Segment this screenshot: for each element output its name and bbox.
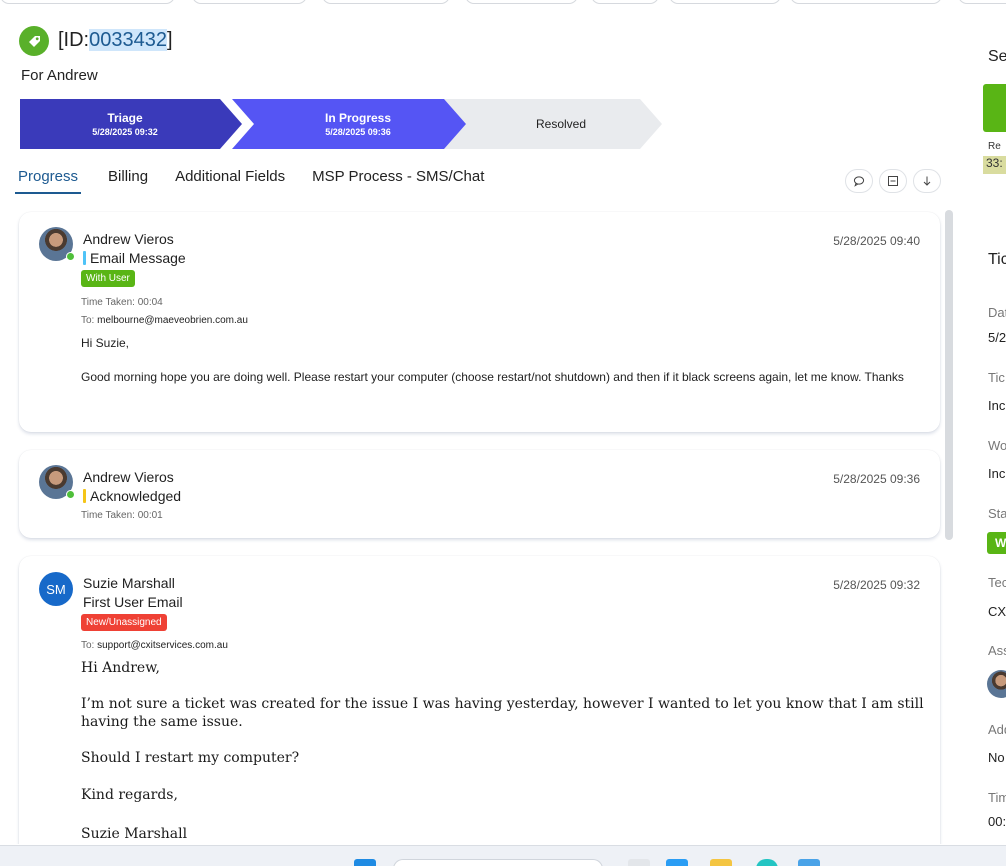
field-value[interactable]: 5/2 <box>988 330 1006 345</box>
folder-icon[interactable] <box>710 859 732 866</box>
toolbar-button[interactable] <box>0 0 175 4</box>
message-closing: Kind regards, <box>81 787 178 803</box>
type-indicator-icon <box>83 489 86 503</box>
step-title: In Progress <box>324 111 392 125</box>
status-badge[interactable]: W <box>987 532 1006 554</box>
step-in-progress[interactable]: In Progress 5/28/2025 09:36 <box>232 99 472 149</box>
step-date: 5/28/2025 09:36 <box>325 127 391 137</box>
message-body: Good morning hope you are doing well. Pl… <box>81 370 904 384</box>
ticket-for-user: For Andrew <box>21 67 98 84</box>
toolbar-button[interactable] <box>591 0 659 4</box>
time-taken: Time Taken: 00:04 <box>81 297 163 308</box>
tab-additional-fields[interactable]: Additional Fields <box>175 168 285 194</box>
step-resolved[interactable]: Resolved <box>444 99 662 149</box>
taskbar-search-input[interactable] <box>393 859 603 866</box>
feed-type: First User Email <box>83 594 183 610</box>
sla-label: Re <box>988 141 1001 152</box>
panel-section-heading: Se <box>988 48 1006 65</box>
avatar: SM <box>39 572 73 606</box>
message-greeting: Hi Andrew, <box>81 660 160 676</box>
message-question: Should I restart my computer? <box>81 750 300 766</box>
field-label: Tic <box>988 370 1005 385</box>
feed-item: Andrew Vieros Acknowledged 5/28/2025 09:… <box>19 450 940 538</box>
message-signature: Suzie Marshall <box>81 826 188 842</box>
toolbar-button[interactable] <box>790 0 942 4</box>
feed-author: Suzie Marshall <box>83 575 175 591</box>
field-label: Wo <box>988 438 1006 453</box>
avatar <box>39 227 75 261</box>
feed-type: Acknowledged <box>83 488 181 504</box>
field-value: 00: <box>988 814 1006 829</box>
step-date: 5/28/2025 09:32 <box>92 127 158 137</box>
field-value[interactable]: Inc <box>988 398 1005 413</box>
progress-feed: Andrew Vieros Email Message 5/28/2025 09… <box>0 200 955 844</box>
sla-timer: 33: <box>983 156 1006 174</box>
email-recipient: To: support@cxitservices.com.au <box>81 640 228 651</box>
field-label: Ass <box>988 643 1006 658</box>
ticket-id-number[interactable]: 0033432 <box>89 29 167 51</box>
toolbar-button[interactable] <box>669 0 781 4</box>
status-stepper: Triage 5/28/2025 09:32 In Progress 5/28/… <box>20 99 680 149</box>
feed-actions <box>845 169 947 193</box>
feed-timestamp: 5/28/2025 09:40 <box>833 234 920 248</box>
sla-indicator <box>983 84 1006 132</box>
field-label: Sta <box>988 506 1006 521</box>
download-icon[interactable] <box>913 169 941 193</box>
feed-item: SM Suzie Marshall First User Email 5/28/… <box>19 556 940 844</box>
toolbar-button[interactable] <box>465 0 578 4</box>
ticket-details-panel: Se Re 33: Tic Dat 5/2 Tic Inc Wo Inc Sta… <box>965 40 1006 830</box>
browser-icon[interactable] <box>756 859 778 866</box>
toolbar-button[interactable] <box>958 0 1006 4</box>
task-view-icon[interactable] <box>628 859 650 866</box>
start-icon[interactable] <box>354 859 376 866</box>
tab-billing[interactable]: Billing <box>108 168 148 194</box>
field-value[interactable]: CX <box>988 604 1006 619</box>
field-label: Tec <box>988 575 1006 590</box>
ticket-tag-icon <box>19 26 49 56</box>
field-value[interactable]: Inc <box>988 466 1005 481</box>
online-status-icon <box>66 490 75 499</box>
panel-section-heading: Tic <box>988 251 1006 268</box>
feed-item: Andrew Vieros Email Message 5/28/2025 09… <box>19 212 940 432</box>
assignee-avatar[interactable] <box>987 670 1006 698</box>
field-label: Tim <box>988 790 1006 805</box>
field-label: Dat <box>988 305 1006 320</box>
status-badge: New/Unassigned <box>81 614 167 631</box>
tab-msp-process[interactable]: MSP Process - SMS/Chat <box>312 168 484 194</box>
app-icon[interactable] <box>666 859 688 866</box>
feed-timestamp: 5/28/2025 09:32 <box>833 578 920 592</box>
email-recipient: To: melbourne@maeveobrien.com.au <box>81 315 248 326</box>
step-triage[interactable]: Triage 5/28/2025 09:32 <box>20 99 242 149</box>
feed-author: Andrew Vieros <box>83 231 174 247</box>
os-taskbar <box>0 845 1006 866</box>
collapse-icon[interactable] <box>879 169 907 193</box>
toolbar-button[interactable] <box>322 0 450 4</box>
feed-author: Andrew Vieros <box>83 469 174 485</box>
ticket-tabs: Progress Billing Additional Fields MSP P… <box>15 168 511 194</box>
ticket-page: [ID:0033432] For Andrew Triage 5/28/2025… <box>0 0 1006 866</box>
online-status-icon <box>66 252 75 261</box>
status-badge: With User <box>81 270 135 287</box>
tab-progress[interactable]: Progress <box>15 168 82 194</box>
message-body: I’m not sure a ticket was created for th… <box>81 696 924 730</box>
avatar <box>39 465 75 499</box>
feed-type: Email Message <box>83 250 186 266</box>
toolbar-button[interactable] <box>192 0 307 4</box>
app-icon[interactable] <box>798 859 820 866</box>
field-label: Add <box>988 722 1006 737</box>
comment-icon[interactable] <box>845 169 873 193</box>
step-title: Triage <box>107 111 143 125</box>
feed-timestamp: 5/28/2025 09:36 <box>833 472 920 486</box>
time-taken: Time Taken: 00:01 <box>81 510 163 521</box>
type-indicator-icon <box>83 251 86 265</box>
message-greeting: Hi Suzie, <box>81 336 130 350</box>
step-title: Resolved <box>535 117 587 131</box>
top-toolbar <box>0 0 1006 4</box>
field-value[interactable]: No <box>988 750 1005 765</box>
ticket-id: [ID:0033432] <box>58 29 173 51</box>
